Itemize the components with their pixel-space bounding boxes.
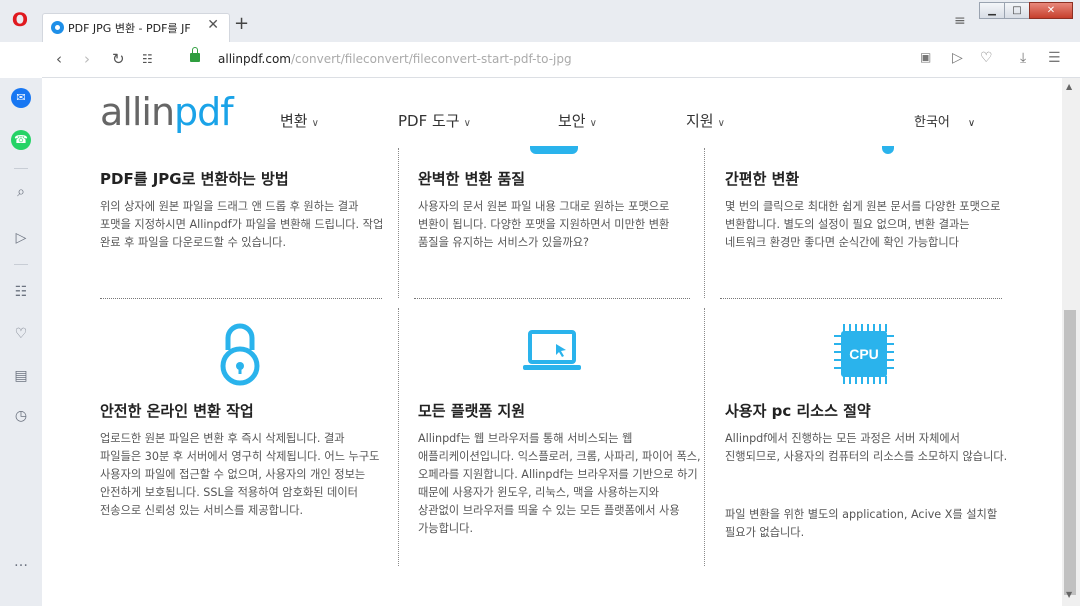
chevron-down-icon: ∨ [967,118,976,129]
back-icon[interactable]: ‹ [56,50,62,68]
browser-sidebar: ✉ ☎ ⌕ ▷ ☷ ♡ ▤ ◷ … [0,78,42,606]
camera-icon[interactable]: ▣ [920,50,931,64]
feature-title: 간편한 변환 [725,170,800,188]
language-select[interactable]: 한국어 ∨ [914,111,975,130]
allinpdf-logo[interactable]: allinpdf [100,90,234,134]
heart-icon[interactable]: ♡ [980,50,993,66]
send-icon[interactable]: ▷ [952,50,963,66]
feature-text: Allinpdf에서 진행하는 모든 과정은 서버 자체에서 진행되므로, 사용… [725,432,1008,463]
download-icon[interactable]: ⤓ [1020,50,1026,66]
feature-title: PDF를 JPG로 변환하는 방법 [100,170,289,188]
opera-menu-icon[interactable]: O [10,10,30,30]
easy-convert-icon [882,146,894,154]
grid-divider [704,308,705,566]
browser-title-bar: O PDF JPG 변환 - PDF를 JF ✕ + ≡ ▁ □ ✕ [0,0,1080,42]
maximize-button[interactable]: □ [1004,2,1030,19]
whatsapp-icon[interactable]: ☎ [11,130,31,150]
page-scrollbar[interactable]: ▲ ▼ [1062,78,1080,606]
address-bar: ‹ › ↻ ☷ allinpdf.com/convert/fileconvert… [42,42,1080,78]
feature-text: 업로드한 원본 파일은 변환 후 즉시 삭제됩니다. 결과 파일들은 30분 후… [100,432,380,517]
chevron-down-icon: ∨ [589,118,597,129]
history-page-icon[interactable]: ▤ [11,366,31,386]
quality-icon [530,146,578,154]
nav-support[interactable]: 지원 ∨ [686,110,725,131]
nav-security[interactable]: 보안 ∨ [558,110,597,131]
grid-divider [720,298,1002,299]
more-icon[interactable]: … [11,552,31,572]
url-field[interactable]: allinpdf.com/convert/fileconvert/filecon… [218,52,572,66]
new-tab-button[interactable]: + [234,13,249,34]
tab-favicon-icon [51,21,64,34]
minimize-button[interactable]: ▁ [979,2,1005,19]
settings-icon[interactable]: ☰ [1048,50,1061,66]
nav-convert[interactable]: 변환 ∨ [280,110,319,131]
search-icon[interactable]: ⌕ [11,182,31,202]
sidebar-divider [14,168,28,169]
scroll-down-icon[interactable]: ▼ [1066,590,1072,599]
cpu-icon: CPU [834,324,894,384]
grid-divider [414,298,690,299]
lock-icon[interactable] [190,47,200,62]
chevron-down-icon: ∨ [717,118,725,129]
scroll-up-icon[interactable]: ▲ [1066,82,1072,91]
speed-dial-icon[interactable]: ☷ [11,282,31,302]
grid-divider [704,148,705,298]
feature-text: 위의 상자에 원본 파일을 드래그 앤 드롭 후 원하는 결과 포맷을 지정하시… [100,200,384,249]
grid-divider [398,308,399,566]
grid-divider [100,298,382,299]
chevron-down-icon: ∨ [311,118,319,129]
grid-divider [398,148,399,298]
chevron-down-icon: ∨ [463,118,471,129]
tab-menu-icon[interactable]: ≡ [954,13,966,29]
close-window-button[interactable]: ✕ [1029,2,1073,19]
sidebar-divider [14,264,28,265]
scroll-thumb[interactable] [1064,310,1076,595]
window-controls: ▁ □ ✕ [979,2,1073,20]
heart-icon[interactable]: ♡ [11,324,31,344]
tab-title: PDF JPG 변환 - PDF를 JF [68,22,191,35]
laptop-icon [523,330,581,370]
feature-title: 모든 플랫폼 지원 [418,402,526,420]
feature-text: 몇 번의 클릭으로 최대한 쉽게 원본 문서를 다양한 포맷으로 변환합니다. … [725,200,1001,249]
reload-icon[interactable]: ↻ [112,50,125,68]
cpu-label: CPU [849,346,879,362]
send-icon[interactable]: ▷ [11,228,31,248]
feature-title: 완벽한 변환 품질 [418,170,526,188]
tab-close-icon[interactable]: ✕ [207,17,219,33]
messenger-icon[interactable]: ✉ [11,88,31,108]
feature-text: Allinpdf는 웹 브라우저를 통해 서비스되는 웹 애플리케이션입니다. … [418,432,701,535]
speed-dial-icon[interactable]: ☷ [142,52,153,66]
padlock-icon [220,323,260,386]
feature-text: 사용자의 문서 원본 파일 내용 그대로 원하는 포맷으로 변환이 됩니다. 다… [418,200,670,249]
feature-title: 안전한 온라인 변환 작업 [100,402,254,420]
nav-pdf-tools[interactable]: PDF 도구 ∨ [398,110,471,131]
page-content: allinpdf 변환 ∨ PDF 도구 ∨ 보안 ∨ 지원 ∨ 한국어 ∨ PDF를 J… [42,78,1062,606]
feature-title: 사용자 pc 리소스 절약 [725,402,871,420]
site-header: allinpdf 변환 ∨ PDF 도구 ∨ 보안 ∨ 지원 ∨ 한국어 ∨ [42,78,1062,148]
browser-tab[interactable]: PDF JPG 변환 - PDF를 JF ✕ [42,13,230,42]
forward-icon[interactable]: › [84,50,90,68]
clock-icon[interactable]: ◷ [11,406,31,426]
feature-text: 파일 변환을 위한 별도의 application, Acive X를 설치할 … [725,508,998,539]
